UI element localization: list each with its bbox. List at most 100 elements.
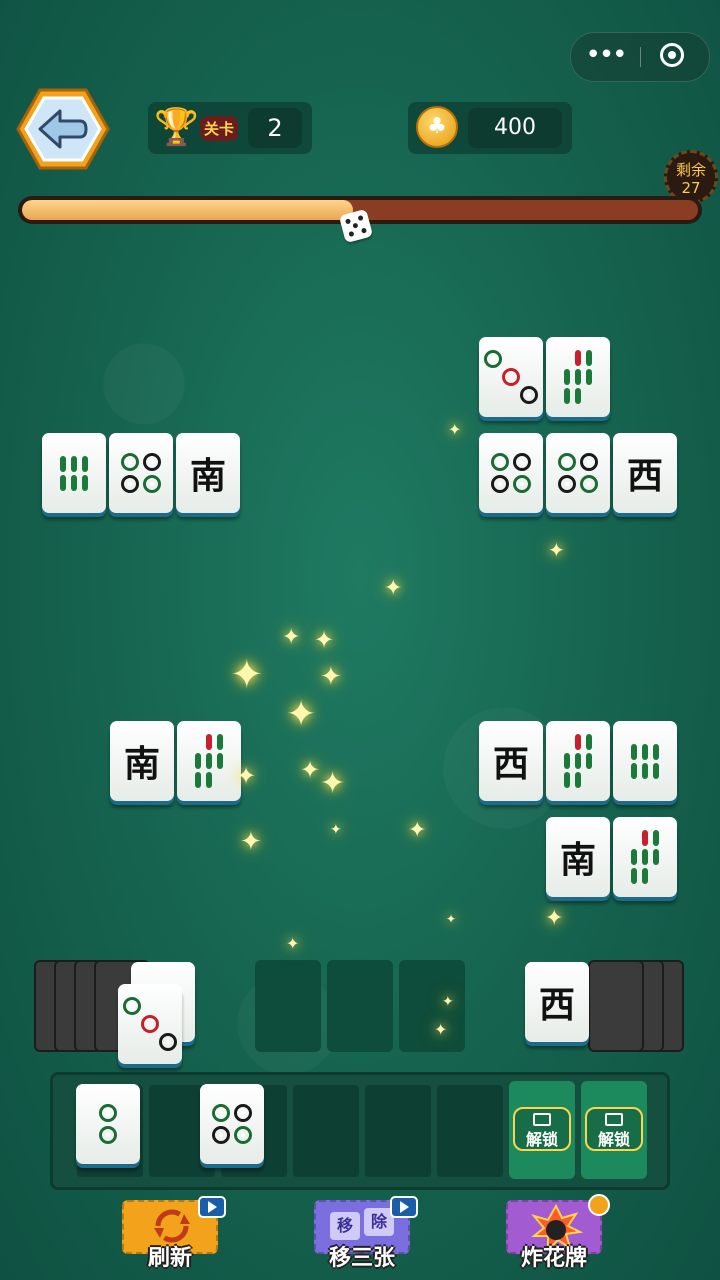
sparkle-icon: ✦ — [282, 625, 301, 650]
circle-pip — [121, 475, 139, 493]
mahjong-tile[interactable] — [177, 721, 241, 807]
tile-character: 西 — [626, 455, 663, 497]
sparkle-icon: ✦ — [408, 818, 427, 843]
sparkle-icon: ✦ — [314, 626, 335, 654]
unlock-slot[interactable]: 解锁 — [509, 1081, 575, 1179]
circle-pip — [141, 1015, 159, 1033]
mahjong-tile[interactable] — [546, 721, 610, 807]
sparkle-icon: ✦ — [240, 827, 262, 857]
mahjong-tile[interactable] — [109, 433, 173, 519]
tile-character: 南 — [559, 839, 596, 881]
tile-character: 南 — [123, 743, 160, 785]
circle-pip — [212, 1126, 230, 1144]
sparkle-icon: ✦ — [384, 576, 403, 601]
tray-slot — [365, 1085, 431, 1177]
tile-character: 南 — [189, 455, 226, 497]
mahjong-tile[interactable] — [118, 984, 182, 1070]
coin-panel: ♣ 400 — [408, 102, 572, 154]
mahjong-tile[interactable] — [42, 433, 106, 519]
circle-pip — [143, 475, 161, 493]
circle-pip — [212, 1104, 230, 1122]
circle-pip — [580, 475, 598, 493]
mahjong-tile[interactable] — [546, 433, 610, 519]
mahjong-tile[interactable]: 西 — [613, 433, 677, 519]
capsule-divider — [640, 47, 641, 67]
trophy-icon: 🏆 — [154, 107, 199, 148]
circle-pip — [484, 350, 502, 368]
circle-pip — [580, 453, 598, 471]
progress-fill — [22, 200, 354, 220]
bomb-label: 炸花牌 — [520, 1246, 587, 1271]
coin-icon: ♣ — [416, 106, 458, 148]
mahjong-tile[interactable] — [546, 337, 610, 423]
back-arrow-icon — [16, 88, 110, 170]
sparkle-icon: ✦ — [230, 652, 264, 698]
circle-pip — [234, 1104, 252, 1122]
back-button[interactable] — [16, 86, 110, 172]
tile-character: 西 — [492, 743, 529, 785]
tile-character: 西 — [538, 984, 575, 1026]
mahjong-tile[interactable] — [479, 433, 543, 519]
circle-pip — [143, 453, 161, 471]
mahjong-tile[interactable] — [613, 721, 677, 807]
circle-pip — [513, 475, 531, 493]
empty-slot — [255, 960, 321, 1052]
remove-badge-1: 移 — [330, 1212, 360, 1240]
empty-slot — [399, 960, 465, 1052]
circle-pip — [513, 453, 531, 471]
mahjong-tile[interactable] — [76, 1084, 140, 1170]
video-icon — [533, 1113, 551, 1126]
mahjong-tile[interactable]: 南 — [110, 721, 174, 807]
sparkle-icon: ✦ — [548, 538, 565, 562]
sparkle-icon: ✦ — [286, 694, 317, 735]
bomb-tool-button[interactable]: 炸花牌 — [506, 1194, 610, 1272]
unlock-button[interactable]: 解锁 — [513, 1107, 571, 1151]
coin-value: 400 — [468, 108, 562, 148]
sparkle-icon: ✦ — [434, 1020, 448, 1039]
mahjong-tile[interactable]: 西 — [479, 721, 543, 807]
level-panel: 🏆 关卡 2 — [148, 102, 312, 154]
mahjong-tile[interactable] — [613, 817, 677, 903]
circle-pip — [491, 475, 509, 493]
sparkle-icon: ✦ — [442, 994, 454, 1010]
circle-pip — [558, 475, 576, 493]
close-target-button[interactable] — [660, 43, 684, 67]
mahjong-tile[interactable]: 南 — [546, 817, 610, 903]
circle-pip — [99, 1126, 117, 1144]
mahjong-tile[interactable] — [479, 337, 543, 423]
circle-pip — [121, 453, 139, 471]
level-value: 2 — [248, 108, 302, 148]
refresh-label: 刷新 — [147, 1246, 192, 1271]
tile-tray: 解锁 解锁 — [50, 1072, 670, 1190]
sparkle-icon: ✦ — [300, 756, 321, 784]
mahjong-tile[interactable]: 西 — [525, 962, 589, 1048]
circle-pip — [99, 1104, 117, 1122]
circle-pip — [558, 453, 576, 471]
more-button[interactable]: ••• — [571, 33, 640, 81]
unlock-label: 解锁 — [525, 1130, 558, 1149]
sparkle-icon: ✦ — [320, 662, 342, 692]
sparkle-icon: ✦ — [545, 906, 564, 931]
empty-slot — [327, 960, 393, 1052]
remove-three-tool-button[interactable]: 移 除 移三张 — [314, 1196, 418, 1272]
circle-pip — [123, 997, 141, 1015]
unlock-label: 解锁 — [597, 1130, 630, 1149]
circle-pip — [491, 453, 509, 471]
sparkle-icon: ✦ — [446, 912, 457, 926]
mahjong-tile[interactable]: 南 — [176, 433, 240, 519]
remaining-value: 27 — [681, 179, 701, 197]
mahjong-tile[interactable] — [200, 1084, 264, 1170]
tray-slot — [437, 1085, 503, 1177]
tray-slot — [293, 1085, 359, 1177]
refresh-tool-button[interactable]: 刷新 — [122, 1196, 226, 1272]
unlock-button[interactable]: 解锁 — [585, 1107, 643, 1151]
unlock-slot[interactable]: 解锁 — [581, 1081, 647, 1179]
video-ad-icon — [198, 1196, 226, 1218]
circle-pip — [520, 386, 538, 404]
sparkle-icon: ✦ — [448, 420, 462, 439]
video-icon — [605, 1113, 623, 1126]
level-label: 关卡 — [200, 116, 239, 141]
circle-pip — [159, 1033, 177, 1051]
sparkle-icon: ✦ — [320, 766, 346, 801]
miniprogram-capsule: ••• — [570, 32, 710, 82]
